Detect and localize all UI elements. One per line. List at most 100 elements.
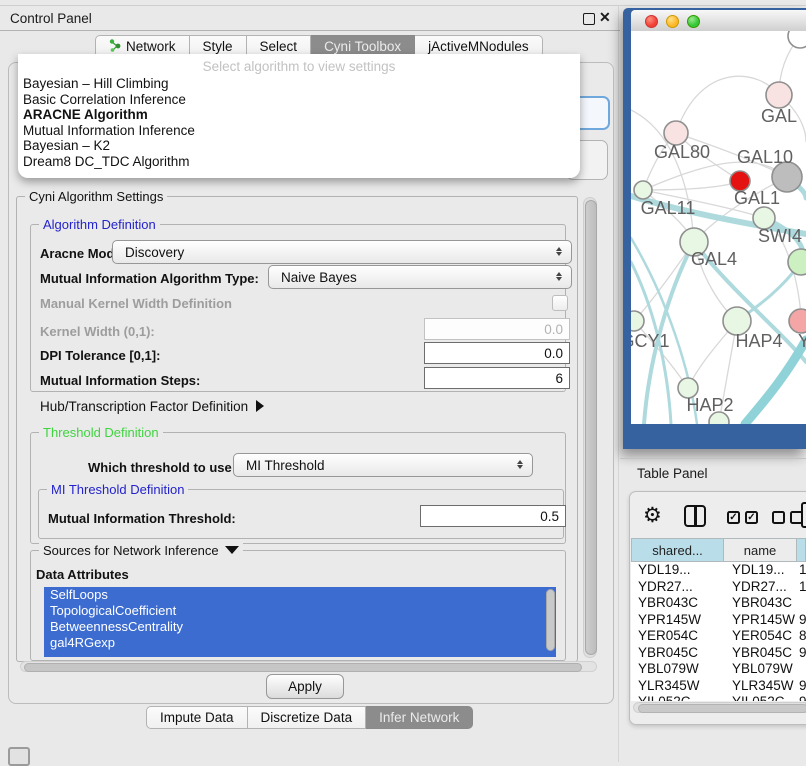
- table-panel-title: Table Panel: [637, 466, 708, 481]
- mi-threshold-label: Mutual Information Threshold:: [48, 511, 236, 526]
- node-label: GAL: [761, 106, 797, 126]
- collapse-down-icon: [225, 546, 239, 554]
- stepper-arrows-icon: [556, 270, 563, 283]
- dropdown-item[interactable]: Basic Correlation Inference: [18, 92, 580, 108]
- table-row[interactable]: YDR27... YDR27... 12: [631, 579, 806, 596]
- network-view-window[interactable]: GAL GAL80 GAL10 GAL11 GAL1 SWI4 GAL4 GCY…: [623, 8, 806, 449]
- select-all-check-icon[interactable]: ✓: [727, 511, 740, 524]
- float-window-button[interactable]: [583, 13, 595, 25]
- node-gcy1[interactable]: [631, 311, 644, 331]
- table-row[interactable]: YBR045C YBR045C 9.: [631, 645, 806, 662]
- cell: YPR145W: [631, 612, 724, 629]
- deselect-all-icon[interactable]: [772, 511, 785, 524]
- tab-label: jActiveMNodules: [428, 39, 529, 54]
- stepper-arrows-icon: [517, 458, 524, 471]
- node-label: GAL80: [654, 142, 710, 162]
- network-window-titlebar[interactable]: [631, 10, 806, 32]
- cell: 9.: [797, 612, 806, 629]
- manual-kernel-checkbox[interactable]: [552, 295, 568, 311]
- list-item-partial[interactable]: [44, 651, 556, 657]
- table-row[interactable]: YPR145W YPR145W 9.: [631, 612, 806, 629]
- node-gal-partial[interactable]: [766, 82, 792, 108]
- panel-divider: [618, 6, 619, 762]
- group-title: Cyni Algorithm Settings: [25, 189, 167, 204]
- node-y-partial[interactable]: [789, 309, 806, 333]
- settings-vertical-scrollbar[interactable]: [583, 197, 597, 658]
- network-canvas[interactable]: GAL GAL80 GAL10 GAL11 GAL1 SWI4 GAL4 GCY…: [631, 31, 806, 424]
- close-traffic-icon[interactable]: [645, 15, 658, 28]
- cell: [797, 595, 806, 612]
- kernel-width-field[interactable]: 0.0: [424, 318, 570, 340]
- tab-label: Style: [203, 39, 233, 54]
- minimize-traffic-icon[interactable]: [666, 15, 679, 28]
- close-icon[interactable]: ✕: [599, 9, 611, 26]
- tab-label: Impute Data: [160, 710, 234, 725]
- algorithm-dropdown-popup: Select algorithm to view settings Bayesi…: [18, 54, 580, 178]
- dropdown-item[interactable]: Bayesian – K2: [18, 138, 580, 154]
- cell: YPR145W: [724, 612, 797, 629]
- table-horizontal-scrollbar[interactable]: [633, 702, 806, 713]
- table-row[interactable]: YLR345W YLR345W 9.: [631, 678, 806, 695]
- aracne-mode-select[interactable]: Discovery: [112, 240, 572, 264]
- show-columns-icon[interactable]: [684, 505, 706, 527]
- which-threshold-select[interactable]: MI Threshold: [233, 453, 533, 477]
- zoom-traffic-icon[interactable]: [687, 15, 700, 28]
- tab-label: Network: [126, 39, 176, 54]
- tab-label: Infer Network: [379, 710, 459, 725]
- table-row[interactable]: YER054C YER054C 8.: [631, 628, 806, 645]
- mi-type-select[interactable]: Naive Bayes: [268, 265, 572, 289]
- node-swi4[interactable]: [788, 249, 806, 275]
- sources-expander[interactable]: Sources for Network Inference: [39, 543, 243, 558]
- column-header-name[interactable]: name: [724, 538, 797, 562]
- column-header-partial[interactable]: [797, 538, 806, 562]
- apply-button[interactable]: Apply: [266, 674, 344, 699]
- dpi-tolerance-field[interactable]: 0.0: [424, 342, 570, 364]
- data-attributes-list: SelfLoops TopologicalCoefficient Between…: [44, 587, 556, 657]
- tab-impute-data[interactable]: Impute Data: [146, 706, 248, 729]
- scroll-thumb[interactable]: [24, 663, 582, 672]
- dpi-tolerance-label: DPI Tolerance [0,1]:: [40, 348, 160, 363]
- table-row[interactable]: YIL052C YIL052C 9.: [631, 694, 806, 701]
- cell: 8.: [797, 628, 806, 645]
- table-row[interactable]: YDL19... YDL19... 13: [631, 562, 806, 579]
- dropdown-item-selected[interactable]: ARACNE Algorithm: [18, 107, 580, 123]
- dropdown-item[interactable]: Mutual Information Inference: [18, 123, 580, 139]
- which-threshold-label: Which threshold to use:: [88, 460, 236, 475]
- tab-infer-network[interactable]: Infer Network: [366, 706, 473, 729]
- top-hairline: [0, 5, 806, 6]
- mi-steps-field[interactable]: 6: [424, 367, 570, 389]
- list-item[interactable]: BetweennessCentrality: [44, 619, 556, 635]
- node-label: HAP4: [735, 331, 782, 351]
- select-all-check-icon[interactable]: ✓: [745, 511, 758, 524]
- data-attributes-label: Data Attributes: [36, 567, 129, 582]
- settings-horizontal-scrollbar[interactable]: [20, 661, 597, 672]
- mi-threshold-field[interactable]: 0.5: [420, 505, 566, 527]
- cell: 13: [797, 562, 806, 579]
- mi-type-label: Mutual Information Algorithm Type:: [40, 271, 259, 286]
- list-item[interactable]: SelfLoops: [44, 587, 556, 603]
- dropdown-item[interactable]: Dream8 DC_TDC Algorithm: [18, 154, 580, 170]
- selected-value: MI Threshold: [246, 458, 325, 473]
- column-header-shared[interactable]: shared...: [631, 538, 724, 562]
- export-table-icon[interactable]: [801, 502, 806, 528]
- cell: YIL052C: [724, 694, 797, 701]
- table-row[interactable]: YBL079W YBL079W: [631, 661, 806, 678]
- node-unlabeled[interactable]: [788, 31, 806, 48]
- hub-definition-label: Hub/Transcription Factor Definition: [40, 399, 248, 414]
- node-gal11[interactable]: [634, 181, 652, 199]
- table-row[interactable]: YBR043C YBR043C: [631, 595, 806, 612]
- table-panel-divider: [620, 458, 806, 459]
- hub-definition-expander[interactable]: Hub/Transcription Factor Definition: [40, 399, 264, 414]
- cell: YLR345W: [631, 678, 724, 695]
- scroll-thumb[interactable]: [585, 200, 597, 655]
- list-item[interactable]: TopologicalCoefficient: [44, 603, 556, 619]
- minimized-panel-button[interactable]: [8, 747, 30, 766]
- scroll-thumb[interactable]: [638, 704, 806, 713]
- list-item[interactable]: gal4RGexp: [44, 635, 556, 651]
- gear-icon[interactable]: ⚙: [643, 503, 662, 528]
- node-label: SWI4: [758, 226, 802, 246]
- attributes-scrollbar[interactable]: [546, 589, 555, 651]
- tab-discretize-data[interactable]: Discretize Data: [248, 706, 367, 729]
- cell: YDR27...: [631, 579, 724, 596]
- dropdown-item[interactable]: Bayesian – Hill Climbing: [18, 76, 580, 92]
